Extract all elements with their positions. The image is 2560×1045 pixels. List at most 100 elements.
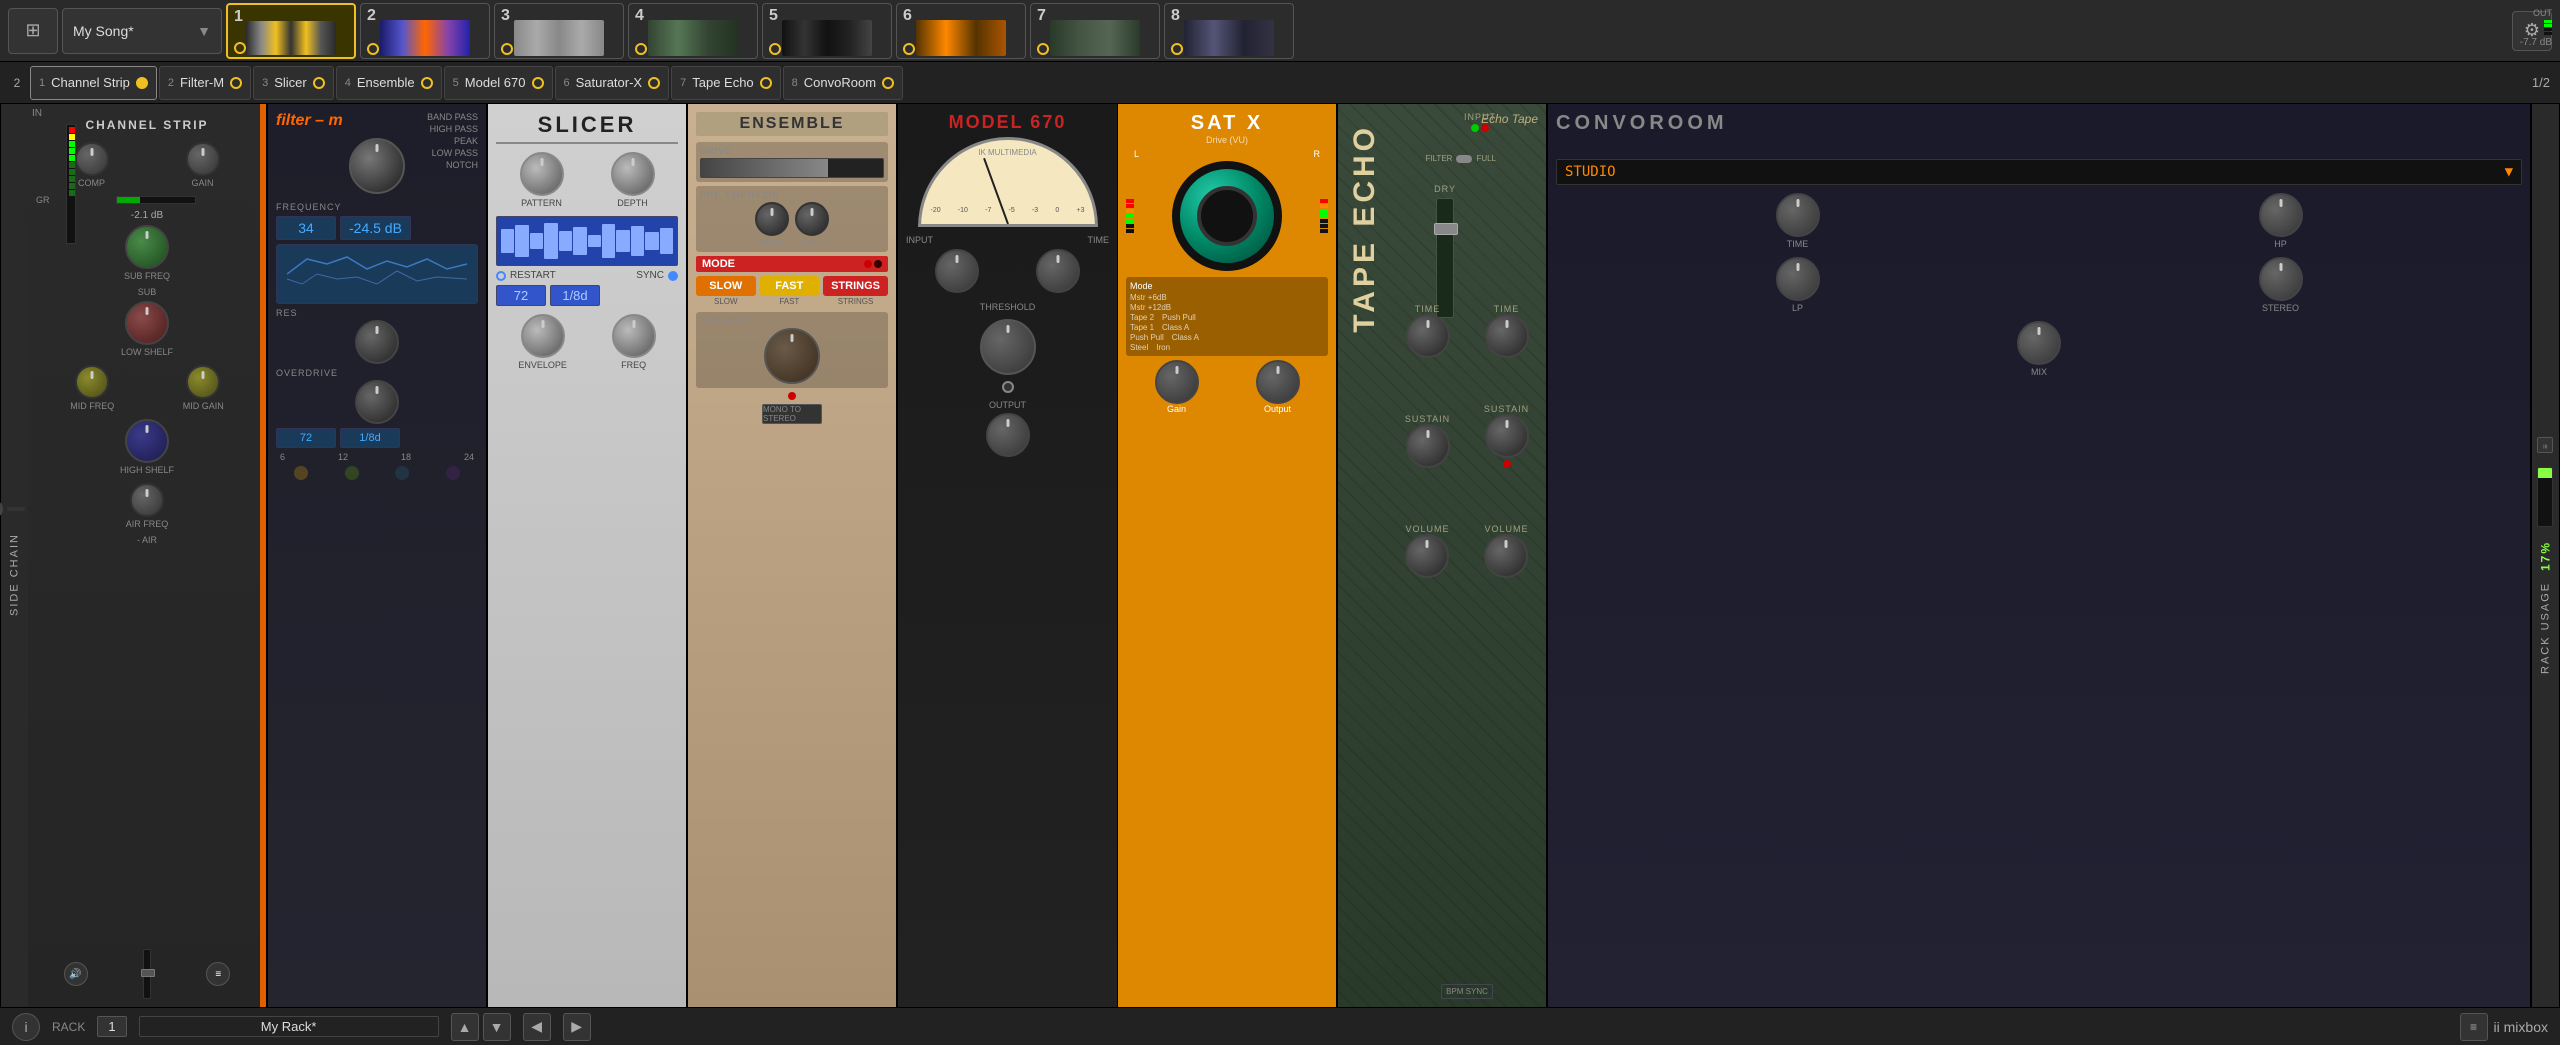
rack-song-name[interactable]: My Rack* — [139, 1016, 439, 1037]
m670-time-knob[interactable] — [1036, 249, 1080, 293]
ch4-power[interactable] — [421, 77, 433, 89]
m670-input-knob[interactable] — [935, 249, 979, 293]
slot-4[interactable]: 4 — [628, 3, 758, 59]
te-bpm-sync[interactable]: BPM SYNC — [1441, 984, 1493, 999]
slicer-depth-knob[interactable] — [611, 152, 655, 196]
ch6-power[interactable] — [648, 77, 660, 89]
mixbox-eq-btn[interactable]: ≡ — [2460, 1013, 2488, 1041]
ens-slow-btn[interactable]: SLOW — [696, 276, 756, 296]
cs-eq-btn[interactable]: ≡ — [206, 962, 230, 986]
slicer-val-18d[interactable]: 1/8d — [550, 285, 600, 306]
info-button[interactable]: i — [12, 1013, 40, 1041]
ch-plugin-1[interactable]: 1 Channel Strip — [30, 66, 157, 100]
te-volume2-knob[interactable] — [1484, 534, 1528, 578]
te-dry-fader[interactable] — [1436, 198, 1454, 318]
ch8-power[interactable] — [882, 77, 894, 89]
ens-drywet-knob[interactable] — [764, 328, 820, 384]
cs-airfreq-label: AIR FREQ — [126, 519, 169, 529]
ens-gain-knob[interactable] — [795, 202, 829, 236]
slot-5[interactable]: 5 — [762, 3, 892, 59]
te-sustain-knob[interactable] — [1406, 424, 1450, 468]
down-arrow-btn[interactable]: ▼ — [483, 1013, 511, 1041]
fm-val-72[interactable]: 72 — [276, 428, 336, 448]
fm-freq-value[interactable]: 34 — [276, 216, 336, 240]
cr-stereo-knob[interactable] — [2259, 257, 2303, 301]
slicer-envelope-knob[interactable] — [521, 314, 565, 358]
ch-plugin-6[interactable]: 6 Saturator-X — [555, 66, 670, 100]
te-time-knob[interactable] — [1406, 314, 1450, 358]
ch1-power[interactable] — [136, 77, 148, 89]
ens-mono-stereo-btn[interactable]: MONO TO STEREO — [762, 404, 822, 424]
slot-7-power — [1037, 43, 1049, 55]
ens-strings-btn[interactable]: STRINGS — [823, 276, 888, 296]
ens-freq-knob[interactable] — [755, 202, 789, 236]
satx-gain-knob[interactable] — [1155, 360, 1199, 404]
cr-hp-knob[interactable] — [2259, 193, 2303, 237]
te-volume-knob[interactable] — [1405, 534, 1449, 578]
ch-plugin-3[interactable]: 3 Slicer — [253, 66, 334, 100]
cs-lowshelf-knob[interactable] — [125, 301, 169, 345]
ens-fast-btn[interactable]: FAST — [760, 276, 820, 296]
te-dry-fader-thumb[interactable] — [1434, 223, 1458, 235]
fm-res-knob[interactable] — [355, 320, 399, 364]
cs-speaker-btn[interactable]: 🔊 — [64, 962, 88, 986]
fm-val-18d[interactable]: 1/8d — [340, 428, 400, 448]
ch2-power[interactable] — [230, 77, 242, 89]
satx-mode-option-2[interactable]: Mstr +12dB — [1130, 303, 1324, 312]
te-time2-knob[interactable] — [1485, 314, 1529, 358]
fm-overdrive-knob[interactable] — [355, 380, 399, 424]
cs-fader-track[interactable] — [143, 949, 151, 999]
cr-time-knob[interactable] — [1776, 193, 1820, 237]
slot-7[interactable]: 7 — [1030, 3, 1160, 59]
rack-usage-eq-btn[interactable]: ≡ — [2538, 437, 2554, 453]
cs-midgain-knob[interactable] — [186, 365, 220, 399]
back-arrow-btn[interactable]: ◀ — [523, 1013, 551, 1041]
ch-plugin-4[interactable]: 4 Ensemble — [336, 66, 442, 100]
cs-comp-knob[interactable] — [75, 142, 109, 176]
slot-3[interactable]: 3 — [494, 3, 624, 59]
cr-preset-bar[interactable]: STUDIO ▼ — [1556, 159, 2522, 185]
slot-1[interactable]: 1 — [226, 3, 356, 59]
te-filter-switch[interactable] — [1456, 155, 1472, 163]
up-arrow-btn[interactable]: ▲ — [451, 1013, 479, 1041]
m670-output-knob[interactable] — [986, 413, 1030, 457]
ch-plugin-5[interactable]: 5 Model 670 — [444, 66, 553, 100]
cs-gain-knob[interactable] — [186, 142, 220, 176]
slicer-restart[interactable]: RESTART — [496, 270, 556, 281]
ch-plugin-7[interactable]: 7 Tape Echo — [671, 66, 781, 100]
slicer-val-72[interactable]: 72 — [496, 285, 546, 306]
fm-main-knob[interactable] — [349, 138, 405, 194]
ch5-power[interactable] — [532, 77, 544, 89]
satx-mode-option-1[interactable]: Mstr +6dB — [1130, 293, 1324, 302]
cs-fader-thumb[interactable] — [141, 969, 155, 977]
te-time2-group: TIME — [1485, 304, 1529, 358]
ch-plugin-8[interactable]: 8 ConvoRoom — [783, 66, 903, 100]
slicer-freq-knob[interactable] — [612, 314, 656, 358]
slicer-sync[interactable]: SYNC — [636, 270, 678, 281]
te-sustain2-knob[interactable] — [1485, 414, 1529, 458]
slot-8[interactable]: 8 — [1164, 3, 1294, 59]
satx-output-knob[interactable] — [1256, 360, 1300, 404]
cr-mix-knob[interactable] — [2017, 321, 2061, 365]
slot-2[interactable]: 2 — [360, 3, 490, 59]
cs-midfreq-knob[interactable] — [75, 365, 109, 399]
satx-main-knob[interactable] — [1172, 161, 1282, 271]
slicer-pattern-knob[interactable] — [520, 152, 564, 196]
grid-button[interactable]: ⊞ — [8, 8, 58, 54]
song-selector[interactable]: My Song* ▼ — [62, 8, 222, 54]
cs-highshelf-knob[interactable] — [125, 419, 169, 463]
ens-freq-label: FREQ — [759, 238, 784, 248]
slot-6[interactable]: 6 — [896, 3, 1026, 59]
rack-num[interactable]: 1 — [97, 1016, 126, 1037]
sidechain-knob-2[interactable] — [0, 500, 4, 518]
ch3-power[interactable] — [313, 77, 325, 89]
cs-subfreq-knob[interactable] — [125, 225, 169, 269]
cs-airfreq-knob[interactable] — [130, 483, 164, 517]
ch7-power[interactable] — [760, 77, 772, 89]
m670-threshold-knob[interactable] — [980, 319, 1036, 375]
ch-plugin-2[interactable]: 2 Filter-M — [159, 66, 251, 100]
fwd-arrow-btn[interactable]: ▶ — [563, 1013, 591, 1041]
cr-lp-knob[interactable] — [1776, 257, 1820, 301]
slot-4-power — [635, 43, 647, 55]
fm-db-value[interactable]: -24.5 dB — [340, 216, 411, 240]
